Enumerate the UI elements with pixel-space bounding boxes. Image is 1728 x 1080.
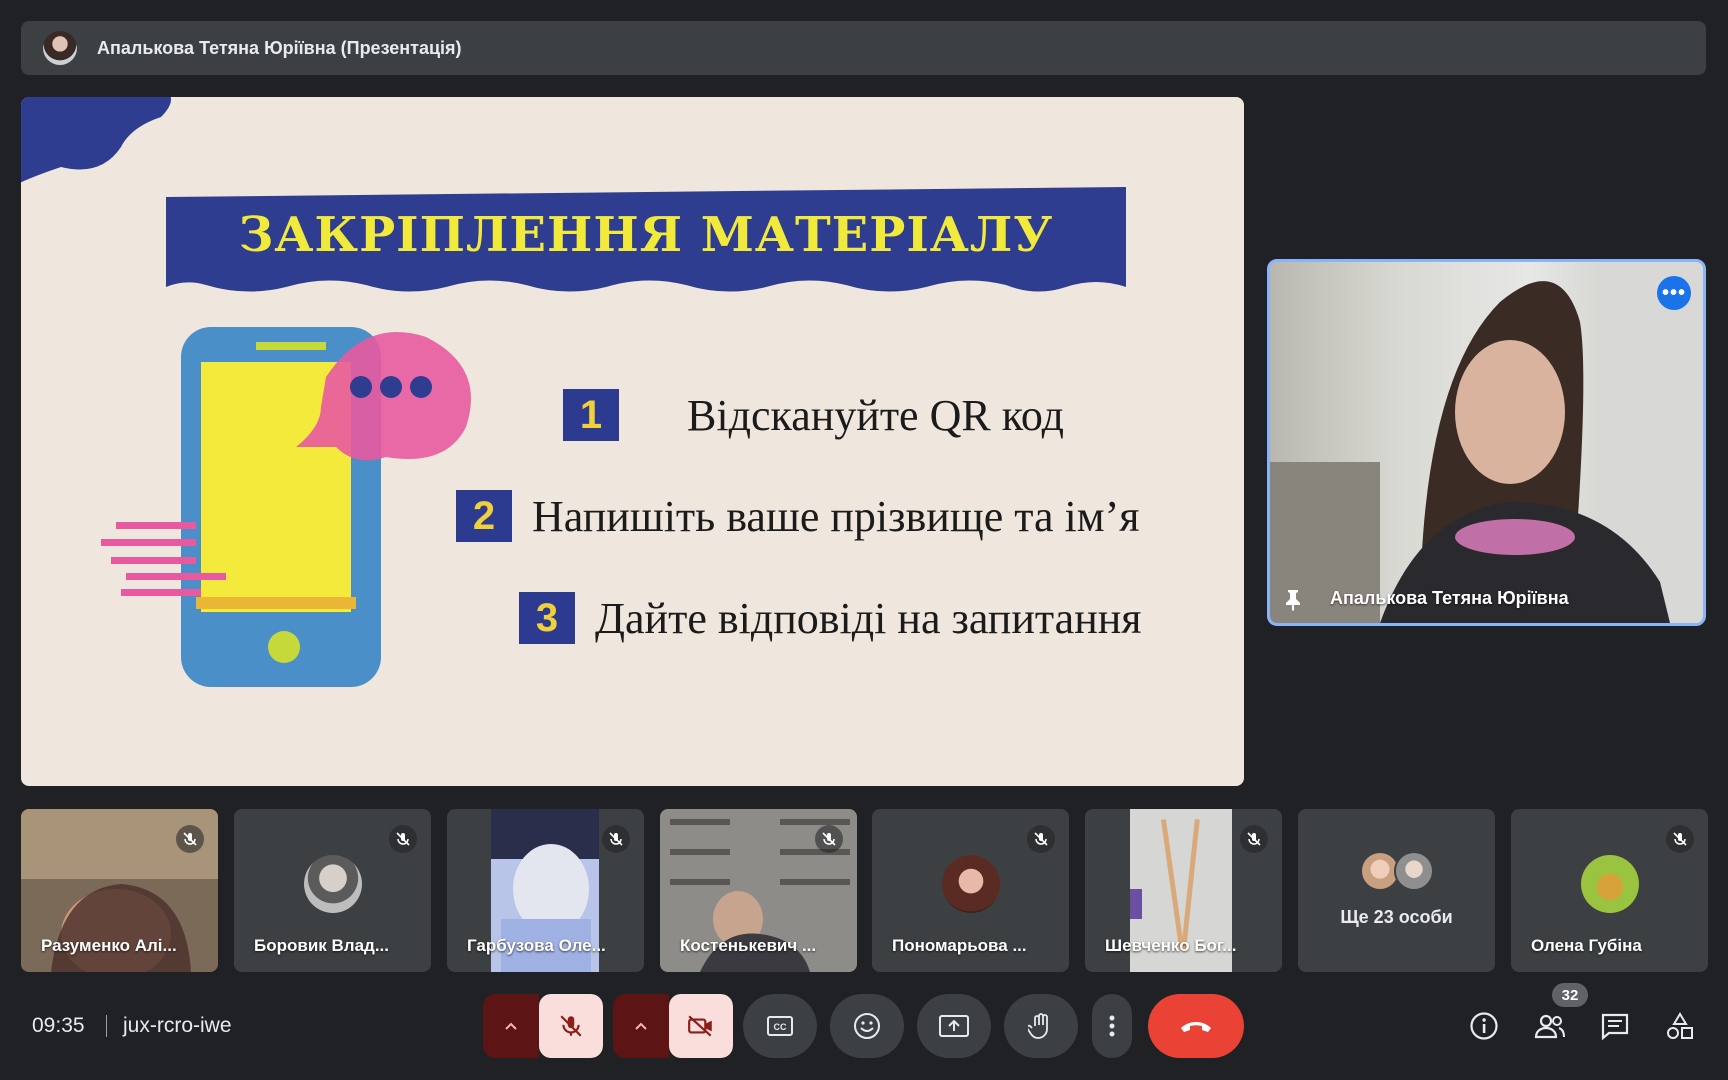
more-vert-icon [1109, 1015, 1115, 1037]
step-text: Дайте відповіді на запитання [595, 593, 1142, 643]
mic-off-icon [176, 825, 204, 853]
participant-name: Олена Губіна [1531, 936, 1642, 955]
divider [106, 1015, 107, 1037]
people-count-badge: 32 [1552, 983, 1588, 1007]
step-number: 3 [519, 592, 575, 644]
svg-text:CC: CC [774, 1022, 787, 1032]
video-options-button[interactable] [613, 994, 669, 1058]
people-icon [1534, 1014, 1565, 1039]
present-screen-button[interactable] [917, 994, 991, 1058]
present-to-all-icon [939, 1015, 969, 1037]
more-options-icon[interactable]: ••• [1657, 276, 1691, 310]
mic-off-icon [389, 825, 417, 853]
participant-tile[interactable]: Гарбузова Оле... [447, 809, 644, 972]
participant-avatar [1394, 851, 1434, 891]
slide-title: ЗАКРІПЛЕННЯ МАТЕРІАЛУ [238, 207, 1054, 263]
decor-blob [21, 97, 171, 183]
pin-icon[interactable] [1280, 587, 1306, 613]
participant-name: Разуменко Алі... [41, 936, 177, 955]
camera-off-icon [688, 1015, 712, 1037]
audio-options-button[interactable] [483, 994, 539, 1058]
camera-control-group [613, 994, 733, 1058]
step-text: Напишіть ваше прізвище та ім’я [532, 491, 1140, 541]
call-end-icon [1181, 1022, 1211, 1032]
participant-name: Боровик Влад... [254, 936, 389, 955]
more-participants-tile[interactable]: Ще 23 особи [1298, 809, 1495, 972]
chevron-up-icon [505, 1022, 517, 1030]
hand-icon [1028, 1013, 1048, 1039]
mic-off-icon [560, 1015, 582, 1037]
meeting-time: 09:35 [32, 1014, 85, 1037]
speaker-video [1270, 262, 1703, 623]
step-number: 1 [563, 389, 619, 441]
mic-off-icon [1027, 825, 1055, 853]
participant-tile[interactable]: Шевченко Бог... [1085, 809, 1282, 972]
participant-avatar [303, 854, 362, 913]
mic-off-icon [1240, 825, 1268, 853]
presentation-slide: ЗАКРІПЛЕННЯ МАТЕРІАЛУ 1 Відскануйте QR к… [21, 97, 1244, 786]
participant-name: Костенькевич ... [680, 936, 817, 955]
people-button[interactable] [1530, 1006, 1570, 1046]
shapes-icon [1667, 1012, 1693, 1039]
captions-button[interactable]: CC [743, 994, 817, 1058]
leave-call-button[interactable] [1148, 994, 1244, 1058]
mic-off-icon [815, 825, 843, 853]
more-participants-label: Ще 23 особи [1340, 907, 1453, 927]
chat-icon [1601, 1013, 1629, 1040]
participant-avatar [941, 854, 1000, 913]
meeting-details-button[interactable] [1464, 1006, 1504, 1046]
participant-tile[interactable]: Олена Губіна [1511, 809, 1708, 972]
mic-toggle-button[interactable] [539, 994, 603, 1058]
step-number: 2 [456, 490, 512, 542]
smile-icon [854, 1013, 880, 1039]
mic-off-icon [1666, 825, 1694, 853]
chat-button[interactable] [1595, 1006, 1635, 1046]
mic-off-icon [602, 825, 630, 853]
camera-toggle-button[interactable] [669, 994, 733, 1058]
slide-step-2: 2 Напишіть ваше прізвище та ім’я [456, 490, 1140, 542]
closed-captions-icon: CC [767, 1016, 793, 1036]
speaker-name: Апалькова Тетяна Юріївна [1330, 588, 1569, 608]
participant-tile[interactable]: Пономарьова ... [872, 809, 1069, 972]
participant-name: Шевченко Бог... [1105, 936, 1237, 955]
pinned-speaker-tile[interactable]: ••• Апалькова Тетяна Юріївна [1267, 259, 1706, 626]
participant-avatar [1580, 854, 1639, 913]
presenter-bar: Апалькова Тетяна Юріївна (Презентація) [21, 21, 1706, 75]
chevron-up-icon [635, 1022, 647, 1030]
presenter-avatar [43, 31, 77, 65]
slide-step-1: 1 Відскануйте QR код [563, 389, 1064, 441]
info-icon [1470, 1012, 1498, 1040]
presenter-title: Апалькова Тетяна Юріївна (Презентація) [97, 37, 462, 58]
step-text: Відскануйте QR код [687, 390, 1064, 440]
participant-tile[interactable]: Разуменко Алі... [21, 809, 218, 972]
participant-tile[interactable]: Костенькевич ... [660, 809, 857, 972]
emoji-reactions-button[interactable] [830, 994, 904, 1058]
participant-name: Пономарьова ... [892, 936, 1027, 955]
more-options-button[interactable] [1092, 994, 1132, 1058]
participant-tile[interactable]: Боровик Влад... [234, 809, 431, 972]
activities-button[interactable] [1660, 1006, 1700, 1046]
slide-step-3: 3 Дайте відповіді на запитання [519, 592, 1142, 644]
participant-name: Гарбузова Оле... [467, 936, 606, 955]
phone-illustration [101, 327, 471, 687]
meeting-code: jux-rcro-iwe [123, 1014, 232, 1037]
raise-hand-button[interactable] [1004, 994, 1078, 1058]
mic-control-group [483, 994, 603, 1058]
